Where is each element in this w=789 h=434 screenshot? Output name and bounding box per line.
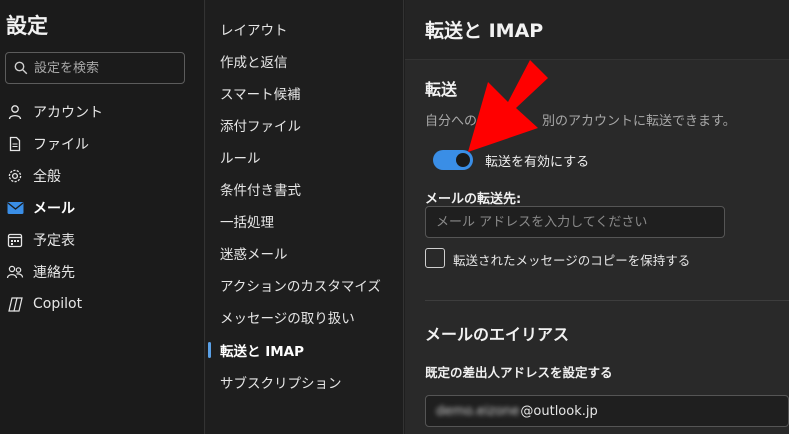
active-menu-indicator — [208, 342, 211, 358]
page-title: 転送と IMAP — [425, 20, 544, 42]
sidebar-item-label: Copilot — [33, 296, 83, 312]
keep-copy-label: 転送されたメッセージのコピーを保持する — [453, 253, 691, 268]
forward-to-email-input[interactable] — [425, 206, 725, 238]
menu-item-compose-reply[interactable]: 作成と返信 — [220, 49, 288, 73]
menu-item-junk-mail[interactable]: 迷惑メール — [220, 241, 288, 265]
mail-settings-menu: レイアウト 作成と返信 スマート候補 添付ファイル ルール 条件付き書式 一括処… — [206, 0, 404, 434]
menu-item-sweep[interactable]: 一括処理 — [220, 209, 274, 233]
sidebar-item-general[interactable]: 全般 — [6, 162, 196, 190]
sidebar-item-label: ファイル — [33, 137, 89, 153]
sidebar-item-account[interactable]: アカウント — [6, 98, 196, 126]
main-content: 転送と IMAP 転送 自分への 別のアカウントに転送できます。 転送を有効にす… — [405, 0, 789, 434]
menu-item-smart-suggestions[interactable]: スマート候補 — [220, 81, 301, 105]
keep-copy-checkbox[interactable] — [425, 248, 445, 268]
menu-item-subscriptions[interactable]: サブスクリプション — [220, 370, 342, 394]
sidebar-item-label: 全般 — [33, 169, 61, 185]
default-from-address-label: 既定の差出人アドレスを設定する — [425, 365, 613, 380]
menu-item-customize-actions[interactable]: アクションのカスタマイズ — [220, 273, 381, 297]
person-icon — [6, 103, 24, 121]
sidebar-item-label: メール — [33, 201, 75, 217]
forwarding-toggle[interactable] — [433, 150, 473, 170]
content-header: 転送と IMAP — [405, 0, 789, 60]
sidebar-item-mail[interactable]: メール — [6, 194, 196, 222]
sidebar-item-calendar[interactable]: 予定表 — [6, 226, 196, 254]
copilot-icon — [6, 295, 24, 313]
forwarding-section-title: 転送 — [425, 80, 458, 99]
sidebar-item-label: アカウント — [33, 105, 103, 121]
sidebar-item-contacts[interactable]: 連絡先 — [6, 258, 196, 286]
toggle-knob — [456, 153, 470, 167]
section-divider — [425, 300, 789, 301]
menu-item-layout[interactable]: レイアウト — [220, 17, 288, 41]
settings-search-input[interactable] — [34, 60, 174, 76]
menu-item-forwarding-imap[interactable]: 転送と IMAP — [220, 338, 304, 362]
settings-search-box[interactable] — [5, 52, 185, 84]
alias-section-title: メールのエイリアス — [425, 325, 570, 344]
blurred-username: demo.eizone — [436, 403, 520, 419]
search-icon — [14, 61, 28, 75]
forward-to-label: メールの転送先: — [425, 192, 522, 207]
people-icon — [6, 263, 24, 281]
menu-item-rules[interactable]: ルール — [220, 145, 261, 169]
mail-icon — [6, 199, 24, 217]
sidebar-item-label: 連絡先 — [33, 265, 75, 281]
file-icon — [6, 135, 24, 153]
default-from-address-select[interactable]: demo.eizone @outlook.jp — [425, 395, 789, 427]
menu-item-attachments[interactable]: 添付ファイル — [220, 113, 301, 137]
menu-item-message-handling[interactable]: メッセージの取り扱い — [220, 305, 355, 329]
settings-sidebar: 設定 アカウント ファイル 全般 メール 予定表 — [0, 0, 205, 434]
settings-title: 設定 — [6, 14, 48, 38]
menu-item-conditional-formatting[interactable]: 条件付き書式 — [220, 177, 301, 201]
forwarding-description: 自分への 別のアカウントに転送できます。 — [425, 114, 736, 129]
address-domain: @outlook.jp — [520, 403, 598, 419]
sidebar-item-files[interactable]: ファイル — [6, 130, 196, 158]
sidebar-item-copilot[interactable]: Copilot — [6, 290, 196, 318]
sidebar-item-label: 予定表 — [33, 233, 75, 249]
forwarding-toggle-label: 転送を有効にする — [485, 155, 590, 170]
calendar-icon — [6, 231, 24, 249]
gear-icon — [6, 167, 24, 185]
